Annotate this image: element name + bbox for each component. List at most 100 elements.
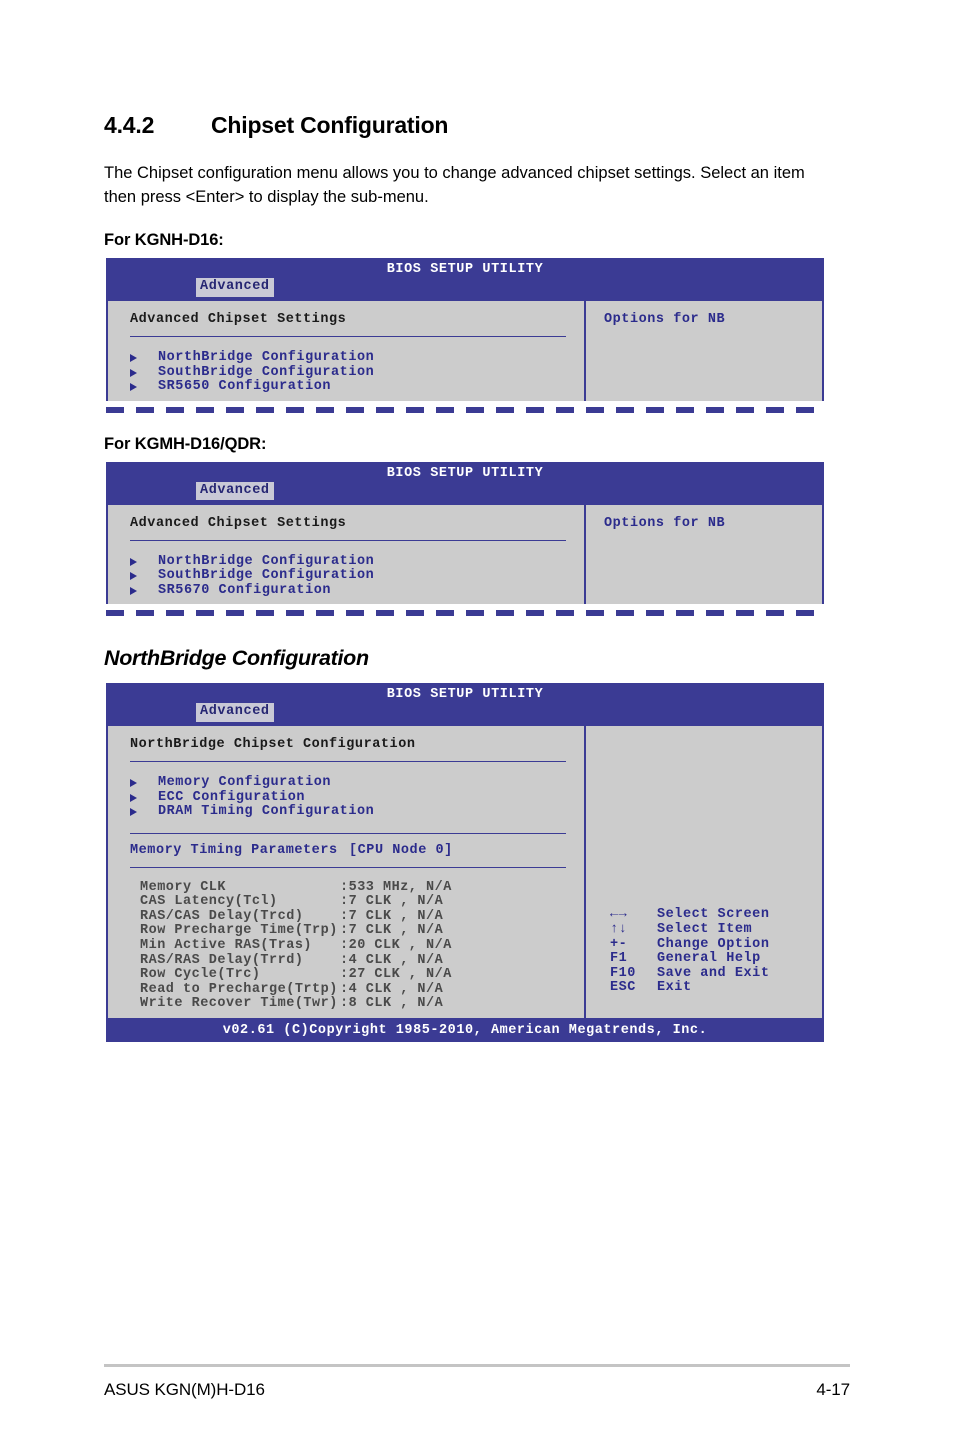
bios-body: Advanced Chipset Settings NorthBridge Co… (106, 299, 824, 401)
help-text: Options for NB (604, 312, 726, 328)
menu-item-label: SouthBridge Configuration (158, 364, 375, 380)
menu-item-sr5650[interactable]: SR5650 Configuration (108, 380, 584, 395)
menu-item-label: SR5650 Configuration (158, 379, 332, 395)
param-row: Row Precharge Time(Trp) :7 CLK , N/A (108, 924, 584, 939)
triangle-right-icon (130, 383, 137, 392)
key-arrows-up-down-icon: ↑↓ (610, 922, 628, 938)
footer-page-number: 4-17 (816, 1380, 850, 1399)
memory-timing-parameter-list: Memory CLK :533 MHz, N/A CAS Latency(Tcl… (108, 868, 584, 1012)
key-legend-row: ↑↓ Select Item (586, 922, 822, 938)
triangle-right-icon (130, 779, 137, 788)
bios-body: Advanced Chipset Settings NorthBridge Co… (106, 502, 824, 605)
triangle-right-icon (130, 808, 137, 817)
param-value: :7 CLK , N/A (340, 923, 444, 939)
bios-main-panel: Advanced Chipset Settings NorthBridge Co… (108, 504, 586, 605)
triangle-right-icon (130, 586, 137, 595)
key-f10: F10 (610, 965, 636, 981)
param-row: Min Active RAS(Tras) :20 CLK , N/A (108, 938, 584, 954)
label-for-kgnh-d16: For KGNH-D16: (104, 231, 224, 250)
key-arrows-left-right-icon: ←→ (610, 907, 628, 923)
bios-titlebar: BIOS SETUP UTILITY Advanced (106, 258, 824, 300)
key-action-label: Change Option (657, 936, 770, 952)
bios-screen-northbridge: BIOS SETUP UTILITY Advanced NorthBridge … (106, 683, 824, 1042)
menu-item-southbridge[interactable]: SouthBridge Configuration (108, 569, 584, 584)
param-value: :27 CLK , N/A (340, 967, 452, 983)
section-number: 4.4.2 (104, 112, 155, 138)
param-value: :20 CLK , N/A (340, 938, 452, 954)
footer-product-name: ASUS KGN(M)H-D16 (104, 1380, 265, 1399)
setting-memory-timing-parameters[interactable]: Memory Timing Parameters [CPU Node 0] (108, 834, 584, 858)
key-legend-row: ESC Exit (586, 981, 822, 996)
menu-item-northbridge[interactable]: NorthBridge Configuration (108, 351, 584, 366)
menu-item-dram-timing-configuration[interactable]: DRAM Timing Configuration (108, 805, 584, 820)
param-label: Write Recover Time(Twr) (140, 996, 338, 1012)
param-row: CAS Latency(Tcl) :7 CLK , N/A (108, 895, 584, 910)
triangle-right-icon (130, 368, 137, 377)
bios-title: BIOS SETUP UTILITY (386, 262, 544, 278)
bios-screen-kgnh: BIOS SETUP UTILITY Advanced Advanced Chi… (106, 258, 824, 413)
param-row: Write Recover Time(Twr) :8 CLK , N/A (108, 997, 584, 1012)
param-value: :8 CLK , N/A (340, 996, 444, 1012)
param-label: RAS/RAS Delay(Trrd) (140, 952, 304, 968)
param-value: :533 MHz, N/A (340, 879, 452, 895)
menu-item-ecc-configuration[interactable]: ECC Configuration (108, 789, 584, 806)
bios-title: BIOS SETUP UTILITY (386, 465, 544, 481)
menu-item-label: ECC Configuration (158, 789, 306, 805)
param-label: Read to Precharge(Trtp) (140, 981, 338, 997)
param-label: Row Cycle(Trc) (140, 967, 261, 983)
menu-list: Memory Configuration ECC Configuration D… (108, 762, 584, 820)
key-plus-minus-icon: +- (610, 936, 628, 952)
key-action-label: Exit (657, 980, 692, 996)
tab-advanced[interactable]: Advanced (196, 278, 274, 297)
bios-title: BIOS SETUP UTILITY (386, 687, 544, 703)
key-f1: F1 (610, 951, 628, 967)
panel-title: Advanced Chipset Settings (130, 312, 347, 328)
bios-help-panel: Options for NB (586, 505, 822, 605)
bios-main-panel: Advanced Chipset Settings NorthBridge Co… (108, 301, 586, 401)
key-action-label: Select Screen (657, 907, 770, 923)
triangle-right-icon (130, 557, 137, 566)
param-row: Memory CLK :533 MHz, N/A (108, 879, 584, 896)
document-page: 4.4.2 Chipset Configuration The Chipset … (0, 0, 954, 1438)
page-footer: ASUS KGN(M)H-D16 4-17 (104, 1364, 850, 1400)
key-legend-row: F1 General Help (586, 952, 822, 967)
label-for-kgmh-d16-qdr: For KGMH-D16/QDR: (104, 434, 267, 453)
footer-divider (104, 1364, 850, 1367)
param-label: Min Active RAS(Tras) (140, 938, 313, 954)
menu-item-southbridge[interactable]: SouthBridge Configuration (108, 364, 584, 381)
menu-item-label: SouthBridge Configuration (158, 568, 375, 584)
menu-item-label: SR5670 Configuration (158, 582, 332, 598)
bios-titlebar: BIOS SETUP UTILITY Advanced (106, 461, 824, 503)
bios-body: NorthBridge Chipset Configuration Memory… (106, 724, 824, 1020)
menu-item-northbridge[interactable]: NorthBridge Configuration (108, 554, 584, 570)
param-value: :4 CLK , N/A (340, 952, 444, 968)
param-label: Row Precharge Time(Trp) (140, 923, 338, 939)
section-heading: 4.4.2 Chipset Configuration (104, 0, 850, 139)
menu-list: NorthBridge Configuration SouthBridge Co… (108, 541, 584, 599)
menu-item-sr5670[interactable]: SR5670 Configuration (108, 582, 584, 599)
key-esc: ESC (610, 980, 636, 996)
tab-advanced[interactable]: Advanced (196, 481, 274, 501)
tab-advanced[interactable]: Advanced (196, 703, 274, 722)
param-row: RAS/CAS Delay(Trcd) :7 CLK , N/A (108, 909, 584, 925)
param-row: RAS/RAS Delay(Trrd) :4 CLK , N/A (108, 952, 584, 969)
truncated-edge-indicator (106, 610, 824, 617)
param-value: :7 CLK , N/A (340, 894, 444, 910)
menu-item-memory-configuration[interactable]: Memory Configuration (108, 776, 584, 791)
key-action-label: Save and Exit (657, 965, 770, 981)
triangle-right-icon (130, 793, 137, 802)
panel-title: NorthBridge Chipset Configuration (130, 737, 416, 753)
truncated-edge-indicator (106, 406, 824, 413)
key-legend: ←→ Select Screen ↑↓ Select Item +- Chang… (586, 908, 822, 996)
help-text: Options for NB (604, 515, 726, 531)
menu-item-label: DRAM Timing Configuration (158, 804, 375, 820)
bios-copyright-footer: v02.61 (C)Copyright 1985-2010, American … (106, 1020, 824, 1042)
key-action-label: Select Item (657, 922, 753, 938)
key-legend-row: F10 Save and Exit (586, 965, 822, 982)
bios-help-panel: ←→ Select Screen ↑↓ Select Item +- Chang… (586, 726, 822, 1018)
menu-list: NorthBridge Configuration SouthBridge Co… (108, 337, 584, 395)
bios-help-panel: Options for NB (586, 301, 822, 401)
section-intro-text: The Chipset configuration menu allows yo… (104, 164, 805, 207)
menu-item-label: NorthBridge Configuration (158, 350, 375, 366)
triangle-right-icon (130, 354, 137, 363)
